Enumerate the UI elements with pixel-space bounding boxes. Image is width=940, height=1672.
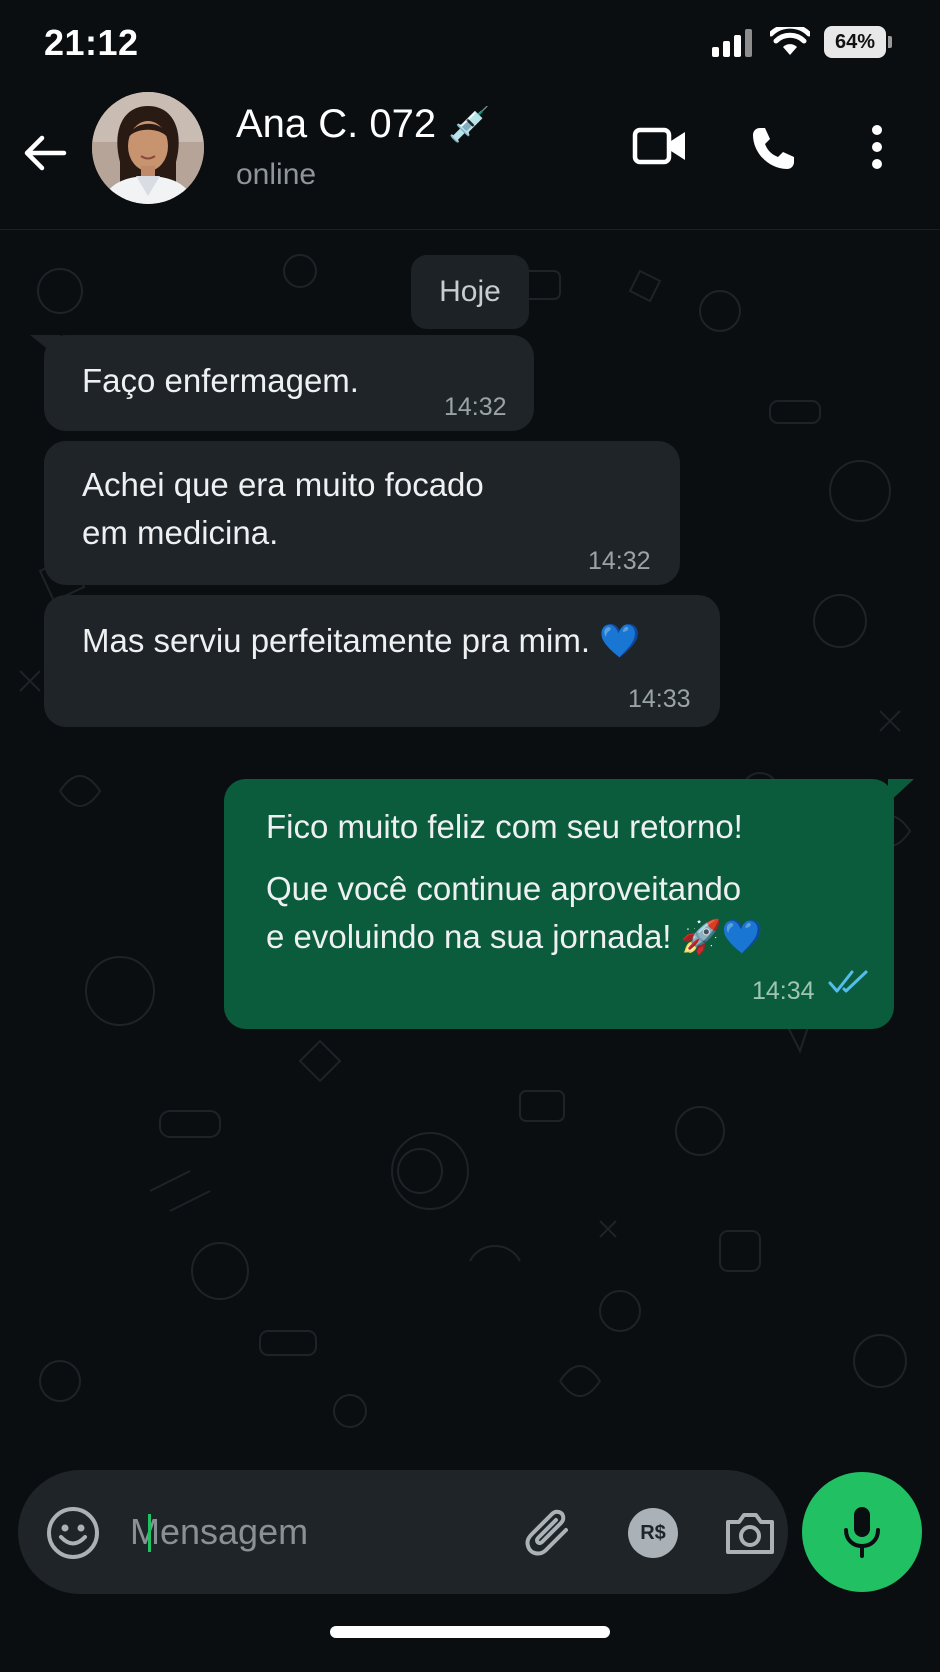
status-icons: 64% <box>710 26 892 58</box>
message-bubble-incoming[interactable]: Achei que era muito focado em medicina. … <box>44 441 680 585</box>
date-divider: Hoje <box>411 255 529 329</box>
status-bar: 21:12 64% <box>0 0 940 90</box>
contact-name: Ana C. 072 <box>236 102 437 146</box>
attach-button[interactable] <box>522 1508 574 1563</box>
chat-area[interactable]: Hoje Faço enfermagem. 14:32 Achei que er… <box>0 231 940 1453</box>
voice-call-button[interactable] <box>750 124 798 177</box>
syringe-emoji: 💉 <box>448 105 491 144</box>
camera-icon <box>726 1513 774 1554</box>
avatar[interactable] <box>92 92 204 204</box>
camera-button[interactable] <box>724 1510 776 1561</box>
message-text: Fico muito feliz com seu retorno! <box>266 808 743 845</box>
message-text: e evoluindo na sua jornada! 🚀💙 <box>266 918 763 955</box>
voice-call-icon <box>753 128 794 169</box>
wifi-icon <box>770 27 810 55</box>
message-time: 14:33 <box>628 685 691 713</box>
message-text: Faço enfermagem. <box>82 362 359 399</box>
message-composer: R$ <box>18 1470 788 1594</box>
message-bubble-incoming[interactable]: Mas serviu perfeitamente pra mim. 💙 14:3… <box>44 595 720 727</box>
more-options-button[interactable] <box>870 124 884 175</box>
attachment-icon <box>525 1509 568 1556</box>
message-time: 14:34 <box>752 977 815 1005</box>
avatar-image <box>92 92 204 204</box>
message-text: Que você continue aproveitando <box>266 870 742 907</box>
message-text: Achei que era muito focado <box>82 466 484 503</box>
emoji-button[interactable] <box>46 1506 100 1565</box>
back-button[interactable] <box>20 128 70 178</box>
message-time: 14:32 <box>588 547 651 575</box>
payment-button[interactable]: R$ <box>628 1508 678 1558</box>
read-receipt-icon <box>828 970 868 993</box>
message-time: 14:32 <box>444 393 507 421</box>
video-call-icon <box>632 127 685 165</box>
home-indicator[interactable] <box>330 1626 610 1638</box>
status-time: 21:12 <box>44 22 139 63</box>
contact-name-row[interactable]: Ana C. 072 💉 <box>236 102 490 147</box>
microphone-icon <box>844 1507 880 1558</box>
contact-status: online <box>236 158 317 191</box>
emoji-icon <box>47 1507 99 1559</box>
payment-label: R$ <box>640 1521 666 1544</box>
battery-tip <box>888 36 892 48</box>
message-text: Mas serviu perfeitamente pra mim. 💙 <box>82 622 641 659</box>
message-input[interactable] <box>130 1498 490 1566</box>
chat-header: Ana C. 072 💉 online <box>0 80 940 230</box>
message-bubble-outgoing[interactable]: Fico muito feliz com seu retorno! Que vo… <box>224 779 894 1029</box>
more-options-icon <box>872 125 882 169</box>
cellular-signal-icon <box>712 29 752 57</box>
message-bubble-incoming[interactable]: Faço enfermagem. 14:32 <box>44 335 534 431</box>
video-call-button[interactable] <box>632 124 688 173</box>
text-caret <box>148 1514 151 1552</box>
voice-message-button[interactable] <box>802 1472 922 1592</box>
back-arrow-icon <box>24 135 67 171</box>
message-text: em medicina. <box>82 514 279 551</box>
battery-indicator: 64% <box>824 26 886 58</box>
payment-icon: R$ <box>628 1508 678 1558</box>
